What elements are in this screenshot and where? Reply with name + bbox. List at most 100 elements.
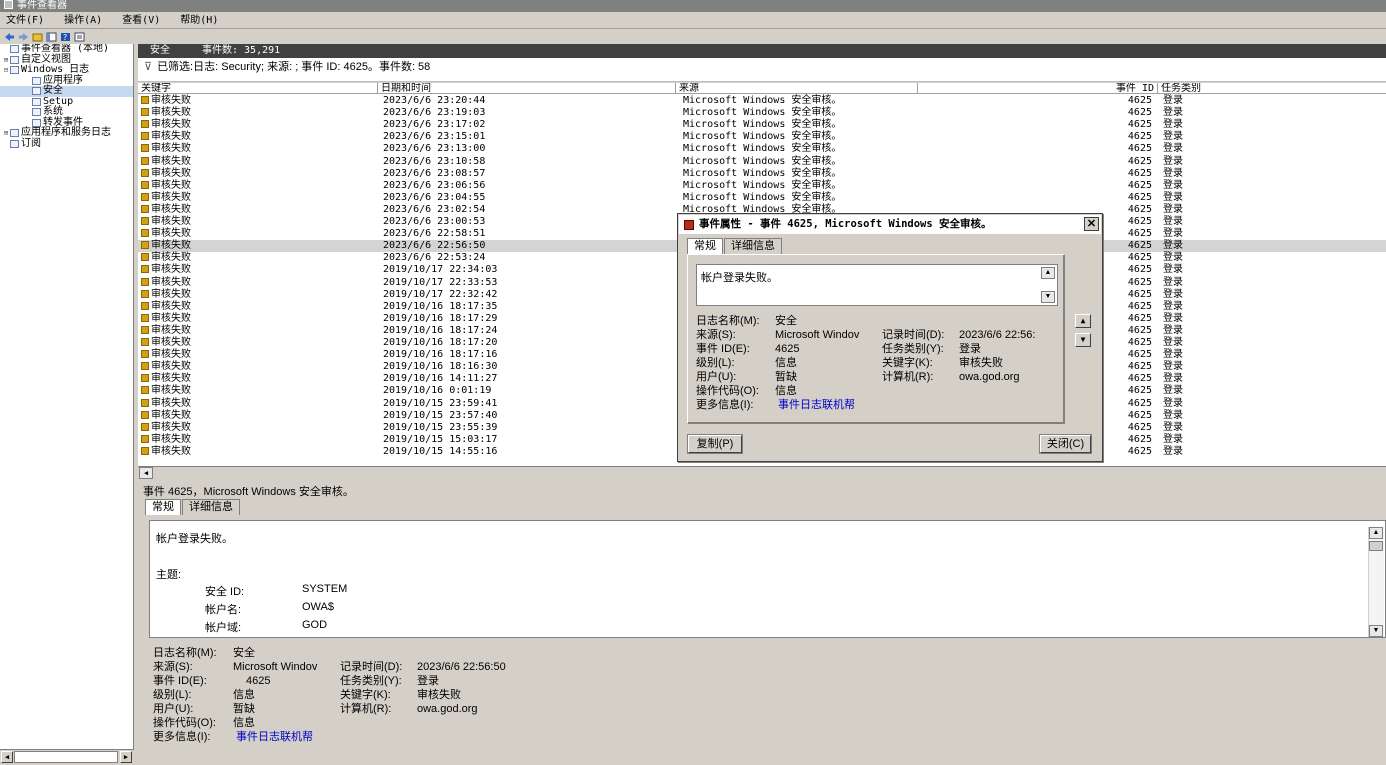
dialog-message-scrollbar[interactable]: ▲ ▼ [1041, 267, 1055, 303]
scroll-left-button[interactable]: ◀ [1, 751, 13, 763]
tree-item[interactable]: ⊟ Windows 日志 [0, 64, 133, 76]
log-header-bar: 安全 事件数: 35,291 [138, 44, 1386, 58]
table-row[interactable]: 审核失败 2023/6/6 23:08:57 Microsoft Windows 安… [138, 168, 1386, 180]
column-header-keywords[interactable]: 关键字 [138, 83, 378, 94]
lock-icon [141, 120, 149, 129]
table-row[interactable]: 审核失败 2023/6/6 23:06:56 Microsoft Windows 安… [138, 180, 1386, 192]
column-header-datetime[interactable]: 日期和时间 [378, 83, 676, 94]
tree-item[interactable]: 订阅 [0, 138, 133, 150]
back-arrow-icon[interactable] [4, 32, 15, 42]
menu-help[interactable]: 帮助(H) [180, 15, 218, 26]
expander-icon[interactable]: ⊞ [2, 128, 10, 139]
tree-item-label: Windows 日志 [21, 64, 90, 75]
keyword-cell: 审核失败 [141, 143, 191, 155]
column-header-task-category[interactable]: 任务类别 [1158, 83, 1386, 94]
log-icon [10, 66, 19, 75]
tree-item[interactable]: 系统 [0, 106, 133, 118]
dialog-title-bar[interactable]: 事件属性 - 事件 4625, Microsoft Windows 安全审核。 [679, 215, 1101, 234]
menu-view[interactable]: 查看(V) [122, 15, 160, 26]
dialog-tab-details[interactable]: 详细信息 [724, 238, 782, 254]
forward-arrow-icon[interactable] [18, 32, 29, 42]
task-category-cell: 登录 [1163, 264, 1183, 276]
datetime-cell: 2023/6/6 23:00:53 [383, 216, 486, 227]
tab-general[interactable]: 常规 [145, 499, 181, 515]
scroll-up-button[interactable]: ▲ [1041, 267, 1055, 279]
tree-item[interactable]: 事件查看器 (本地) [0, 44, 133, 55]
task-category-cell: 登录 [1163, 228, 1183, 240]
table-row[interactable]: 审核失败 2023/6/6 23:20:44 Microsoft Windows 安… [138, 95, 1386, 107]
event-id-cell: 4625 [1127, 409, 1152, 421]
scroll-left-button[interactable]: ◀ [139, 467, 153, 479]
up-folder-icon[interactable] [32, 32, 43, 42]
table-row[interactable]: 审核失败 2023/6/6 23:19:03 Microsoft Windows 安… [138, 107, 1386, 119]
dialog-message-box[interactable]: 帐户登录失败。 ▲ ▼ [696, 264, 1058, 306]
column-header-event-id[interactable]: 事件 ID [918, 83, 1158, 94]
tree-item[interactable]: 安全 [0, 85, 133, 97]
keyword-cell: 审核失败 [141, 240, 191, 252]
table-row[interactable]: 审核失败 2023/6/6 23:15:01 Microsoft Windows 安… [138, 131, 1386, 143]
scroll-down-button[interactable]: ▼ [1369, 625, 1383, 637]
keyword-text: 审核失败 [151, 337, 191, 348]
detail-vertical-scrollbar[interactable]: ▲ ▼ [1368, 527, 1384, 637]
dialog-opcode-value: 信息 [775, 385, 797, 397]
tree-item[interactable]: 应用程序 [0, 75, 133, 87]
dialog-online-help-link[interactable]: 事件日志联机帮 [778, 399, 855, 413]
next-event-button[interactable]: ▼ [1075, 333, 1091, 347]
table-row[interactable]: 审核失败 2023/6/6 23:17:02 Microsoft Windows 安… [138, 119, 1386, 131]
dialog-icon [684, 220, 694, 230]
dialog-tab-general[interactable]: 常规 [687, 238, 723, 254]
source-cell: Microsoft Windows 安全审核。 [683, 131, 842, 143]
dialog-source-value: Microsoft Windov [775, 329, 860, 341]
online-help-link[interactable]: 事件日志联机帮 [236, 731, 313, 745]
keyword-cell: 审核失败 [141, 156, 191, 168]
menu-file[interactable]: 文件(F) [6, 15, 44, 26]
lock-icon [141, 241, 149, 250]
expander-icon[interactable]: ⊟ [2, 65, 10, 76]
table-row[interactable]: 审核失败 2023/6/6 23:10:58 Microsoft Windows 安… [138, 156, 1386, 168]
dialog-log-name-value: 安全 [775, 315, 797, 327]
task-category-cell: 登录 [1163, 445, 1183, 457]
detail-message-box[interactable]: 帐户登录失败。 主题: 安全 ID: SYSTEM 帐户名: OWA$ 帐户域:… [149, 520, 1386, 638]
help-icon[interactable]: ? [60, 32, 71, 42]
lock-icon [141, 156, 149, 165]
close-icon[interactable]: ✕ [1084, 217, 1099, 231]
log-icon [32, 97, 41, 106]
column-header-source[interactable]: 来源 [676, 83, 918, 94]
scroll-down-button[interactable]: ▼ [1041, 291, 1055, 303]
menu-action[interactable]: 操作(A) [64, 15, 102, 26]
expander-icon[interactable]: ⊞ [2, 55, 10, 66]
scroll-right-button[interactable]: ▶ [120, 751, 132, 763]
tab-details[interactable]: 详细信息 [182, 499, 240, 515]
task-category-cell: 登录 [1163, 385, 1183, 397]
close-button[interactable]: 关闭(C) [1040, 435, 1091, 453]
scroll-thumb[interactable] [1369, 541, 1383, 551]
keyword-cell: 审核失败 [141, 192, 191, 204]
properties-icon[interactable] [74, 32, 85, 42]
lock-icon [141, 338, 149, 346]
keyword-text: 审核失败 [151, 216, 191, 227]
task-category-cell: 登录 [1163, 288, 1183, 300]
lock-icon [141, 144, 149, 153]
previous-event-button[interactable]: ▲ [1075, 314, 1091, 328]
show-hide-tree-icon[interactable] [46, 32, 57, 42]
copy-button[interactable]: 复制(P) [688, 435, 742, 453]
lock-icon [141, 325, 149, 334]
lock-icon [141, 313, 149, 322]
task-category-cell: 登录 [1163, 95, 1183, 106]
log-icon [32, 108, 41, 117]
scroll-up-button[interactable]: ▲ [1369, 527, 1383, 539]
tree-item-label: 系统 [43, 106, 63, 117]
datetime-cell: 2019/10/16 18:17:29 [383, 312, 498, 324]
table-row[interactable]: 审核失败 2023/6/6 23:13:00 Microsoft Windows 安… [138, 143, 1386, 155]
event-id-cell: 4625 [1127, 276, 1152, 288]
tree-horizontal-scrollbar[interactable]: ◀ ▶ [0, 749, 134, 763]
keyword-text: 审核失败 [151, 312, 191, 324]
grid-horizontal-scrollbar[interactable]: ◀ [138, 466, 1386, 479]
scroll-track[interactable] [14, 751, 118, 763]
tree-item[interactable]: Setup [0, 96, 133, 108]
lock-icon [141, 410, 149, 419]
tree-item[interactable]: ⊞ 应用程序和服务日志 [0, 127, 133, 139]
table-row[interactable]: 审核失败 2023/6/6 23:04:55 Microsoft Windows 安… [138, 192, 1386, 204]
datetime-cell: 2023/6/6 23:04:55 [383, 191, 486, 203]
event-id-cell: 4625 [1127, 119, 1152, 131]
